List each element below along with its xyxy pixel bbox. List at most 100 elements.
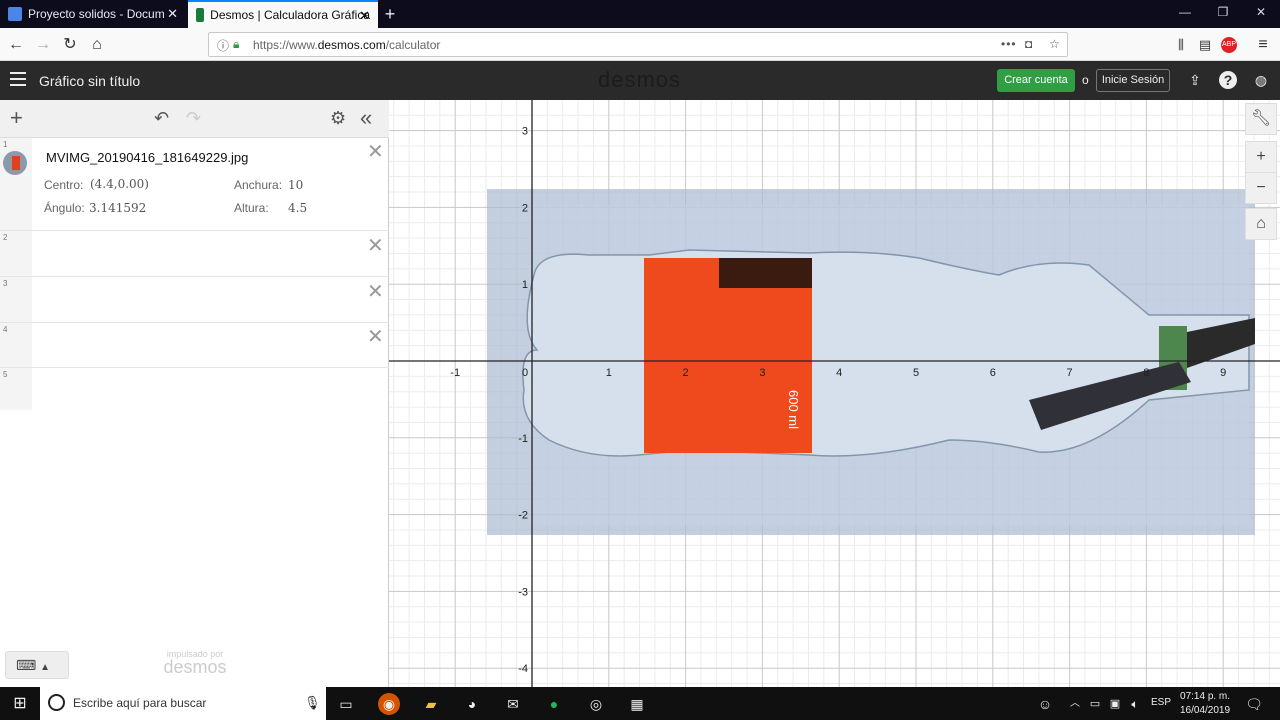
restore-icon[interactable]: ❐	[1213, 5, 1233, 19]
lock-icon: 🔒︎	[233, 37, 240, 51]
library-icon[interactable]: ⫼	[1170, 34, 1192, 56]
reload-icon[interactable]: ↻	[59, 34, 81, 56]
image-name[interactable]: MVIMG_20190416_181649229.jpg	[46, 150, 248, 165]
width-value[interactable]: 10	[288, 178, 303, 192]
expression-number: 3	[0, 277, 32, 322]
desmos-header: Gráfico sin título desmos Crear cuenta o…	[0, 61, 1280, 100]
calculator-icon[interactable]: ▦	[626, 693, 648, 715]
hamburger-menu-icon[interactable]	[10, 72, 26, 86]
add-item-icon[interactable]: +	[10, 107, 23, 129]
y-tick-label: 3	[522, 126, 528, 138]
info-icon[interactable]: ⓘ	[217, 37, 229, 54]
tab-title: Proyecto solidos - Documento	[28, 7, 164, 21]
delete-expression-icon[interactable]: ✕	[367, 282, 384, 302]
date: 16/04/2019	[1180, 705, 1231, 716]
angle-value[interactable]: 3.141592	[89, 201, 146, 215]
create-account-button[interactable]: Crear cuenta	[997, 69, 1075, 92]
back-icon[interactable]: ←	[5, 34, 27, 56]
or-label: o	[1082, 73, 1089, 87]
tab-documento[interactable]: Proyecto solidos - Documento ✕	[0, 0, 186, 28]
desmos-logo: desmos	[598, 67, 682, 92]
graph-svg: 600 ml -1 0 1 2 3 4 5 6 7 8 9 3 2 1 -1 -2 -3 -4	[389, 100, 1280, 687]
help-icon[interactable]: ?	[1219, 71, 1237, 89]
minimize-icon[interactable]: —	[1175, 5, 1195, 19]
zoom-out-icon[interactable]: −	[1245, 172, 1277, 204]
powered-by-desmos: impulsado por desmos	[163, 649, 227, 677]
collapse-panel-icon[interactable]: «	[360, 107, 372, 129]
new-tab-button[interactable]: +	[380, 4, 400, 24]
action-center-icon[interactable]: 🗨︎	[1243, 693, 1265, 715]
language-globe-icon[interactable]: ◍	[1252, 71, 1270, 89]
windows-taskbar: ⊞ Escribe aquí para buscar 🎙︎ ▭ ◉ ▰ ◕ ✉ …	[0, 687, 1280, 720]
url-bar[interactable]: ⓘ 🔒︎ https://www.desmos.com/calculator •…	[208, 32, 1068, 57]
taskbar-search-box[interactable]: Escribe aquí para buscar 🎙︎	[40, 687, 326, 720]
close-tab-icon[interactable]: ✕	[167, 7, 178, 21]
firefox-icon[interactable]: ◉	[378, 693, 400, 715]
graph-paper[interactable]: 600 ml -1 0 1 2 3 4 5 6 7 8 9 3 2 1 -1 -2 -3 -4	[389, 100, 1280, 687]
login-button[interactable]: Inicie Sesión	[1096, 69, 1170, 92]
app-icon[interactable]: ◎	[585, 693, 607, 715]
default-view-home-icon[interactable]: ⌂	[1245, 208, 1277, 240]
x-tick-label: 7	[1067, 367, 1073, 379]
forward-icon[interactable]: →	[32, 34, 54, 56]
redo-icon[interactable]: ↷	[186, 108, 201, 128]
mail-icon[interactable]: ✉	[502, 693, 524, 715]
sidebar-icon[interactable]: ▤	[1194, 34, 1216, 56]
microphone-icon[interactable]: 🎙︎	[304, 695, 321, 711]
tab-desmos[interactable]: Desmos | Calculadora Gráfica ✕	[188, 0, 378, 28]
file-explorer-icon[interactable]: ▰	[420, 693, 442, 715]
tab-title: Desmos | Calculadora Gráfica	[210, 8, 370, 22]
height-label: Altura:	[234, 201, 269, 215]
expression-row[interactable]: 4 ✕	[0, 323, 389, 368]
center-value[interactable]: (4.4,0.00)	[90, 177, 149, 191]
task-view-icon[interactable]: ▭	[335, 693, 357, 715]
spotify-icon[interactable]: ●	[543, 693, 565, 715]
expression-row[interactable]: 1 MVIMG_20190416_181649229.jpg Centro: (…	[0, 138, 389, 231]
language-indicator[interactable]: ESP	[1151, 697, 1171, 708]
expression-row[interactable]: 3 ✕	[0, 277, 389, 323]
close-window-icon[interactable]: ✕	[1251, 5, 1271, 19]
y-tick-label: -2	[518, 510, 528, 522]
zoom-in-icon[interactable]: +	[1245, 141, 1277, 173]
menu-icon[interactable]: ≡	[1252, 34, 1274, 56]
y-tick-label: -3	[518, 586, 528, 598]
graph-settings-wrench-icon[interactable]: 🔧︎	[1245, 103, 1277, 135]
delete-expression-icon[interactable]: ✕	[367, 142, 384, 162]
x-tick-label: -1	[450, 367, 460, 379]
url-text: https://www.desmos.com/calculator	[253, 38, 441, 52]
y-tick-label: 2	[522, 202, 528, 214]
battery-icon[interactable]: ▭	[1084, 693, 1106, 715]
x-tick-label: 0	[522, 367, 528, 379]
height-value[interactable]: 4.5	[288, 201, 307, 215]
expression-number: 2	[0, 231, 32, 276]
show-hidden-icons-icon[interactable]: ︿	[1064, 693, 1086, 715]
share-icon[interactable]: ⇪	[1186, 71, 1204, 89]
undo-icon[interactable]: ↶	[154, 108, 169, 128]
steam-icon[interactable]: ◕	[461, 693, 483, 715]
expression-row[interactable]: 2 ✕	[0, 231, 389, 277]
graph-title[interactable]: Gráfico sin título	[39, 73, 140, 89]
desmos-favicon-icon	[196, 8, 205, 22]
people-icon[interactable]: ☺	[1034, 693, 1056, 715]
pocket-icon[interactable]: ◘	[1025, 37, 1032, 51]
network-icon[interactable]: ▣	[1104, 693, 1126, 715]
expression-toolbar: + ↶ ↷ ⚙ «	[0, 100, 389, 138]
settings-gear-icon[interactable]: ⚙	[330, 108, 346, 128]
home-icon[interactable]: ⌂	[86, 34, 108, 56]
expression-number: 5	[0, 368, 32, 410]
bottle-image[interactable]: 600 ml	[487, 189, 1255, 535]
close-tab-icon[interactable]: ✕	[359, 9, 370, 23]
bookmark-star-icon[interactable]: ☆	[1049, 37, 1060, 51]
volume-icon[interactable]: 🔈︎	[1124, 693, 1146, 715]
page-actions-icon[interactable]: •••	[1001, 37, 1017, 51]
delete-expression-icon[interactable]: ✕	[367, 236, 384, 256]
delete-expression-icon[interactable]: ✕	[367, 327, 384, 347]
x-tick-label: 2	[683, 367, 689, 379]
windows-start-icon[interactable]: ⊞	[9, 693, 31, 715]
adblock-icon[interactable]: ABP	[1221, 37, 1237, 53]
x-tick-label: 6	[990, 367, 996, 379]
keyboard-toggle-button[interactable]: ⌨ ▲	[5, 651, 69, 679]
clock[interactable]: 07:14 p. m. 16/04/2019	[1180, 690, 1230, 718]
expression-number: 4	[0, 323, 32, 367]
expression-row-empty[interactable]: 5	[0, 368, 389, 410]
